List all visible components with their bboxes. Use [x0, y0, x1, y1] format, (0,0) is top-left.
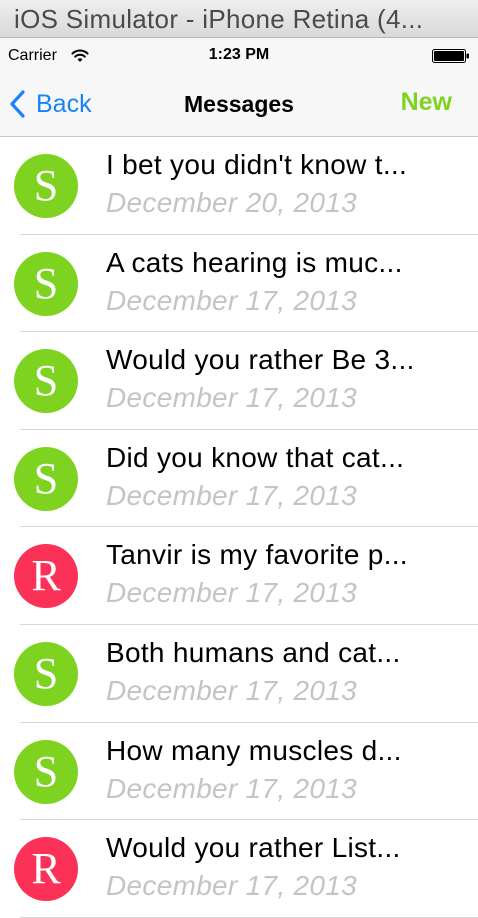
avatar: S [14, 446, 78, 511]
messages-list: S I bet you didn't know t... December 20… [0, 137, 478, 918]
message-title: Tanvir is my favorite p... [106, 539, 408, 571]
message-date: December 17, 2013 [106, 479, 358, 511]
simulator-window-title: iOS Simulator - iPhone Retina (4... [0, 0, 478, 38]
message-title: How many muscles d... [106, 734, 402, 766]
message-title: Both humans and cat... [106, 636, 401, 668]
message-date: December 17, 2013 [106, 284, 358, 316]
message-row[interactable]: S How many muscles d... December 17, 201… [0, 723, 478, 821]
avatar: S [14, 641, 78, 706]
message-date: December 17, 2013 [106, 772, 358, 804]
message-date: December 17, 2013 [106, 382, 358, 414]
message-row[interactable]: S A cats hearing is muc... December 17, … [0, 235, 478, 333]
message-date: December 17, 2013 [106, 674, 358, 706]
message-date: December 20, 2013 [106, 187, 358, 218]
navigation-bar: Back Messages New [0, 74, 478, 137]
message-date: December 17, 2013 [106, 870, 358, 902]
avatar: S [14, 739, 78, 804]
message-row[interactable]: S I bet you didn't know t... December 20… [0, 137, 478, 235]
avatar: R [14, 837, 78, 902]
avatar: S [14, 349, 78, 414]
status-bar: Carrier 1:23 PM [0, 38, 478, 74]
message-row[interactable]: S Did you know that cat... December 17, … [0, 430, 478, 528]
message-title: Would you rather Be 3... [106, 344, 415, 376]
new-message-button[interactable]: New [401, 88, 452, 117]
message-row[interactable]: S Both humans and cat... December 17, 20… [0, 625, 478, 723]
message-row[interactable]: R Tanvir is my favorite p... December 17… [0, 527, 478, 625]
battery-icon [432, 49, 469, 63]
message-title: I bet you didn't know t... [106, 149, 408, 180]
message-title: A cats hearing is muc... [106, 246, 403, 278]
avatar: R [14, 544, 78, 609]
avatar: S [14, 154, 78, 218]
message-title: Would you rather List... [106, 832, 401, 864]
message-title: Did you know that cat... [106, 441, 405, 473]
status-time: 1:23 PM [208, 46, 270, 63]
avatar: S [14, 251, 78, 316]
message-row[interactable]: S Would you rather Be 3... December 17, … [0, 332, 478, 430]
message-row[interactable]: R Would you rather List... December 17, … [0, 820, 478, 918]
message-date: December 17, 2013 [106, 577, 358, 609]
